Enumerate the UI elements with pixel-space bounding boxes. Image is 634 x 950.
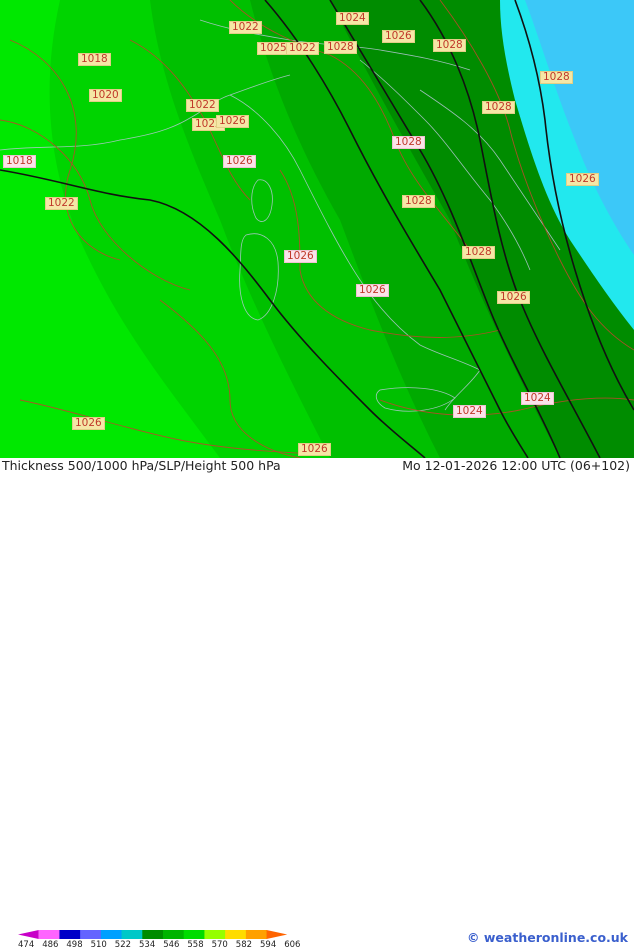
weather-map: 1024 1022 1026 1028 1025 1022 1028 1018 1028 1020… [0, 0, 634, 458]
isobar-label: 1025 [257, 42, 290, 55]
scale-tick-label: 570 [211, 940, 228, 950]
scale-arrow-left [18, 930, 39, 939]
scale-swatch [121, 930, 143, 939]
isobar-label: 1028 [324, 41, 357, 54]
isobar-label: 1026 [72, 417, 105, 430]
scale-swatch [245, 930, 268, 939]
isobar-label: 1022 [229, 21, 262, 34]
isobar-label: 1022 [186, 99, 219, 112]
isobar-label: 1026 [223, 155, 256, 168]
scale-swatch [59, 930, 81, 939]
isobar-label: 1026 [382, 30, 415, 43]
isobar-label: 1018 [3, 155, 36, 168]
scale-tick-label: 486 [42, 940, 59, 950]
scale-swatch [100, 930, 123, 939]
isobar-label: 1026 [284, 250, 317, 263]
isobar-label: 1024 [521, 392, 554, 405]
isobar-label: 1028 [402, 195, 435, 208]
isobar-label: 1024 [453, 405, 486, 418]
isobar-label: 1022 [286, 42, 319, 55]
isobar-label: 1028 [482, 101, 515, 114]
isobar-label: 1028 [392, 136, 425, 149]
isobar-label: 1026 [566, 173, 599, 186]
scale-swatch [183, 930, 205, 939]
scale-tick-label: 474 [18, 940, 35, 950]
isobar-label: 1026 [497, 291, 530, 304]
scale-swatch [163, 930, 185, 939]
isobar-label: 1028 [433, 39, 466, 52]
isobar-label: 1026 [356, 284, 389, 297]
scale-swatch [204, 930, 226, 939]
scale-swatch [38, 930, 60, 939]
map-datetime: Mo 12-01-2026 12:00 UTC (06+102) [402, 458, 630, 473]
scale-tick-label: 522 [114, 940, 132, 950]
isobar-label: 1022 [45, 197, 78, 210]
scale-tick-label: 558 [187, 940, 204, 950]
scale-swatch [225, 930, 247, 939]
scale-tick-label: 546 [163, 940, 180, 950]
scale-tick-label: 498 [66, 940, 83, 950]
scale-tick-label: 606 [284, 940, 301, 950]
isobar-label: 1028 [540, 71, 573, 84]
isobar-label: 1028 [462, 246, 495, 259]
brand-credit[interactable]: © weatheronline.co.uk [467, 930, 628, 945]
thickness-color-scale [18, 930, 288, 939]
scale-arrow-right [266, 930, 288, 939]
scale-swatch [142, 930, 164, 939]
map-title: Thickness 500/1000 hPa/SLP/Height 500 hP… [2, 458, 281, 473]
map-footer: Thickness 500/1000 hPa/SLP/Height 500 hP… [0, 458, 634, 950]
scale-tick-label: 594 [260, 940, 277, 950]
isobar-label: 1026 [298, 443, 331, 456]
scale-tick-label: 582 [235, 940, 253, 950]
map-layers [0, 0, 634, 458]
isobar-label: 1020 [89, 89, 122, 102]
isobar-label: 1018 [78, 53, 111, 66]
scale-swatch [80, 930, 102, 939]
scale-tick-label: 510 [90, 940, 107, 950]
isobar-label: 1024 [336, 12, 369, 25]
scale-tick-label: 534 [139, 940, 156, 950]
isobar-label: 1026 [216, 115, 249, 128]
